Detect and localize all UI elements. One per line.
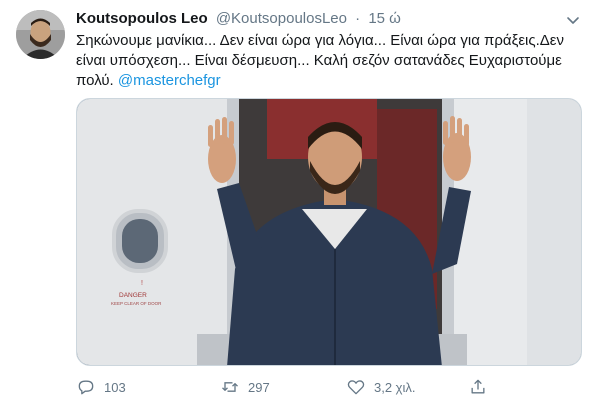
reply-icon — [78, 380, 94, 395]
tweet-header: Koutsopoulos Leo @KoutsopoulosLeo · 15 ώ — [76, 10, 401, 30]
tweet-timestamp[interactable]: 15 ώ — [368, 10, 401, 27]
tweet-media[interactable]: ! DANGER KEEP CLEAR OF DOOR — [76, 98, 582, 366]
tweet-text-line: είναι υπόσχεση... Είναι δέσμευση... Καλή… — [76, 52, 562, 69]
tweet-text: Σηκώνουμε μανίκια... Δεν είναι ώρα για λ… — [76, 31, 582, 91]
retweet-count: 297 — [248, 379, 270, 395]
tweet-text-segment: πολύ. — [76, 72, 114, 89]
danger-sign-text: DANGER — [119, 292, 147, 299]
share-button[interactable] — [468, 374, 488, 400]
reply-button[interactable]: 103 — [76, 374, 126, 400]
avatar[interactable] — [16, 10, 65, 59]
media-image: ! DANGER KEEP CLEAR OF DOOR — [77, 99, 581, 365]
like-count: 3,2 χιλ. — [374, 379, 416, 395]
share-icon — [471, 379, 485, 394]
danger-sign-subtext: KEEP CLEAR OF DOOR — [111, 301, 162, 306]
mention-link[interactable]: @masterchefgr — [118, 72, 221, 89]
like-button[interactable]: 3,2 χιλ. — [346, 374, 416, 400]
tweet-card[interactable]: Koutsopoulos Leo @KoutsopoulosLeo · 15 ώ… — [0, 0, 593, 411]
svg-text:!: ! — [141, 280, 143, 287]
retweet-button[interactable]: 297 — [220, 374, 270, 400]
retweet-icon — [222, 382, 238, 392]
reply-count: 103 — [104, 379, 126, 395]
avatar-image — [16, 10, 65, 59]
separator-dot: · — [355, 10, 361, 27]
author-handle[interactable]: @KoutsopoulosLeo — [216, 10, 347, 27]
tweet-text-line: Σηκώνουμε μανίκια... Δεν είναι ώρα για λ… — [76, 32, 564, 49]
chevron-down-icon[interactable] — [563, 10, 583, 30]
tweet-actions: 103 297 3,2 χιλ. — [76, 374, 582, 400]
heart-icon — [347, 380, 365, 395]
tweet-text-line: πολύ. @masterchefgr — [76, 71, 582, 91]
author-name[interactable]: Koutsopoulos Leo — [76, 10, 208, 27]
